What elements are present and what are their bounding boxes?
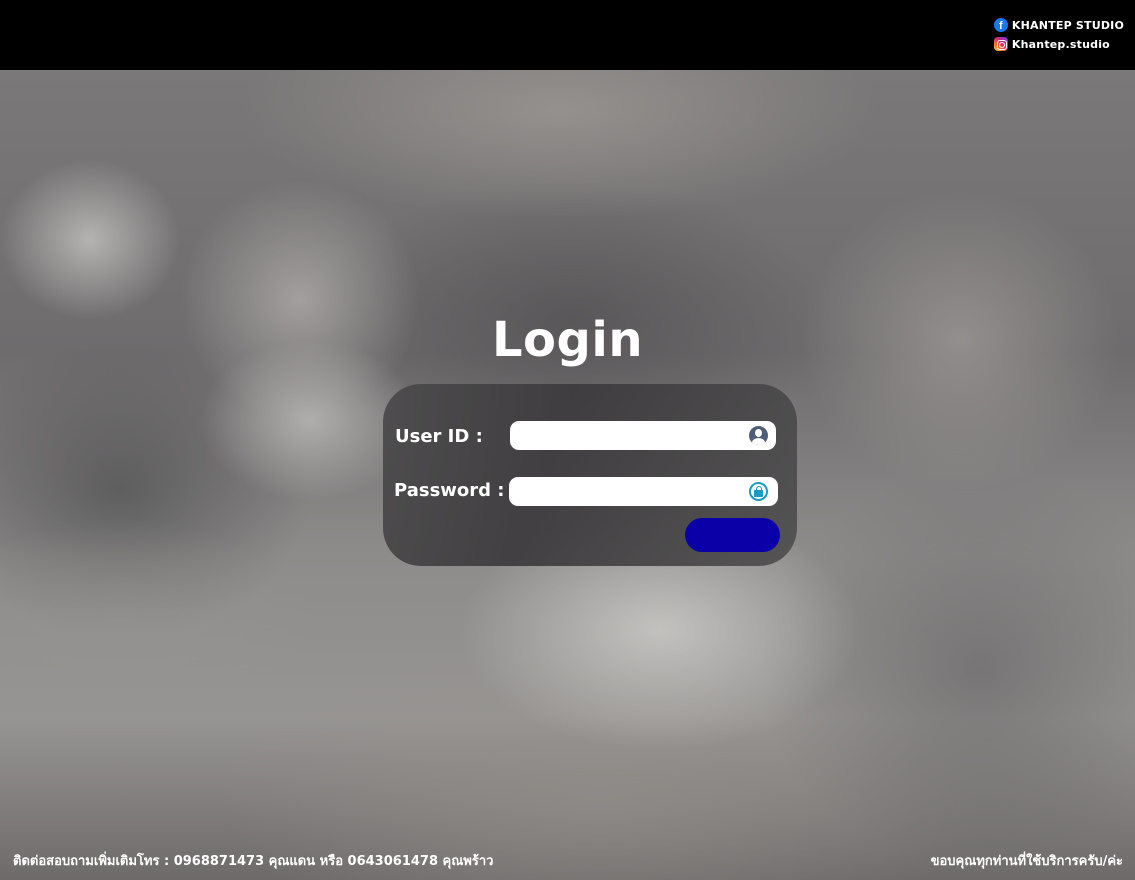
facebook-label: KHANTEP STUDIO	[1011, 18, 1124, 32]
top-bar: f KHANTEP STUDIO Khantep.studio	[0, 0, 1135, 70]
login-submit-button[interactable]	[685, 518, 780, 552]
footer-thanks: ขอบคุณทุกท่านที่ใช้บริการครับ/ค่ะ	[930, 854, 1123, 869]
password-input[interactable]	[509, 477, 778, 506]
password-label: Password :	[394, 480, 505, 501]
instagram-link[interactable]: Khantep.studio	[993, 36, 1124, 52]
facebook-link[interactable]: f KHANTEP STUDIO	[993, 17, 1124, 33]
password-field-wrap	[509, 477, 778, 506]
login-title: Login	[491, 312, 644, 368]
instagram-icon	[993, 37, 1008, 51]
user-id-label: User ID :	[395, 426, 483, 447]
footer-contact: ติดต่อสอบถามเพิ่มเติมโทร : 0968871473 คุ…	[13, 854, 494, 869]
user-id-input[interactable]	[510, 421, 776, 450]
user-id-field-wrap	[510, 421, 776, 450]
user-icon	[749, 426, 768, 445]
social-links: f KHANTEP STUDIO Khantep.studio	[993, 17, 1124, 52]
login-panel: User ID : Password :	[383, 384, 797, 566]
facebook-icon: f	[993, 18, 1008, 32]
instagram-label: Khantep.studio	[1011, 37, 1110, 51]
lock-icon	[749, 482, 768, 501]
